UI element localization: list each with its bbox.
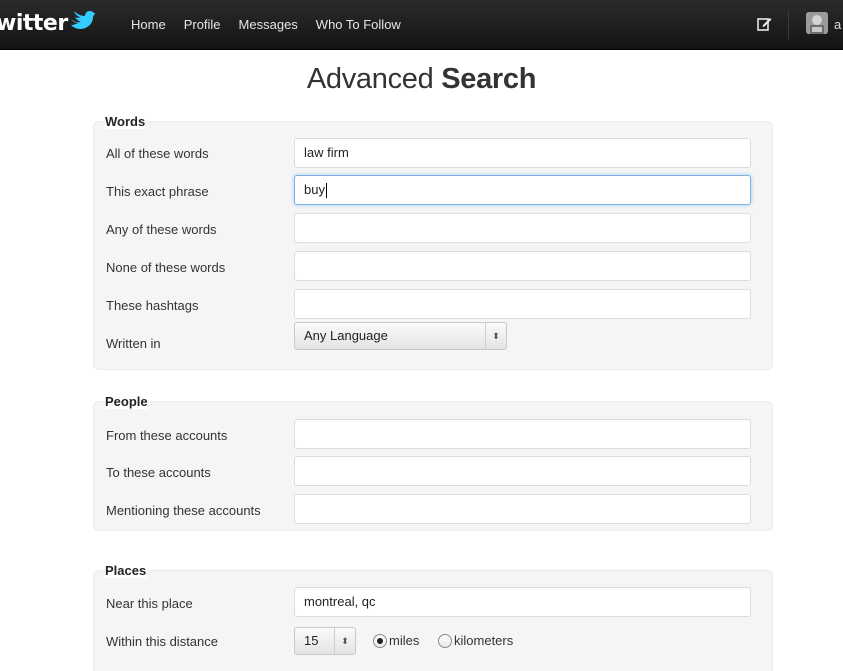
near-place-label: Near this place — [106, 596, 193, 611]
logo-text: witter — [0, 11, 68, 36]
language-label: Written in — [106, 336, 161, 351]
text-cursor — [325, 183, 327, 199]
page-title: Advanced Search — [0, 63, 843, 96]
avatar[interactable] — [806, 12, 828, 34]
updown-arrows-icon: ⬍ — [334, 628, 355, 654]
all-words-input[interactable]: law firm — [294, 138, 751, 168]
language-select[interactable]: Any Language ⬍ — [294, 322, 507, 350]
hashtags-input[interactable] — [294, 289, 751, 319]
exact-phrase-value: buy — [304, 182, 325, 197]
none-words-label: None of these words — [106, 260, 226, 275]
compose-tweet-icon[interactable] — [757, 16, 772, 31]
miles-label[interactable]: miles — [389, 633, 419, 648]
page-title-bold: Search — [441, 63, 537, 95]
kilometers-radio[interactable] — [438, 634, 452, 648]
exact-phrase-input[interactable]: buy — [294, 175, 751, 205]
words-legend: Words — [105, 114, 146, 129]
from-accounts-label: From these accounts — [106, 428, 228, 443]
from-accounts-input[interactable] — [294, 419, 751, 449]
people-legend: People — [105, 394, 148, 409]
nav-messages[interactable]: Messages — [230, 0, 307, 49]
none-words-input[interactable] — [294, 251, 751, 281]
nav-profile[interactable]: Profile — [175, 0, 230, 49]
to-accounts-input[interactable] — [294, 456, 751, 486]
miles-radio[interactable] — [373, 634, 387, 648]
nav-who-to-follow[interactable]: Who To Follow — [307, 0, 410, 49]
exact-phrase-label: This exact phrase — [106, 184, 209, 199]
any-words-input[interactable] — [294, 213, 751, 243]
topbar-divider — [788, 10, 789, 39]
places-section: Places — [93, 563, 773, 671]
distance-select-value: 15 — [304, 633, 319, 648]
updown-arrows-icon: ⬍ — [485, 323, 506, 349]
top-bar: witter Home Profile Messages Who To Foll… — [0, 0, 843, 50]
near-place-input[interactable]: montreal, qc — [294, 587, 751, 617]
any-words-label: Any of these words — [106, 222, 217, 237]
places-legend: Places — [105, 563, 147, 578]
distance-label: Within this distance — [106, 634, 218, 649]
twitter-bird-icon — [69, 9, 95, 39]
nav-home[interactable]: Home — [131, 0, 175, 49]
mentioning-accounts-input[interactable] — [294, 494, 751, 524]
twitter-logo[interactable]: witter — [0, 9, 95, 39]
main-nav: Home Profile Messages Who To Follow — [131, 0, 410, 49]
kilometers-label[interactable]: kilometers — [454, 633, 513, 648]
hashtags-label: These hashtags — [106, 298, 199, 313]
all-words-label: All of these words — [106, 146, 209, 161]
language-select-value: Any Language — [304, 328, 388, 343]
user-name-partial[interactable]: a — [834, 0, 841, 49]
page-title-light: Advanced — [306, 63, 442, 95]
to-accounts-label: To these accounts — [106, 465, 211, 480]
mentioning-accounts-label: Mentioning these accounts — [106, 503, 261, 518]
distance-select[interactable]: 15 ⬍ — [294, 627, 356, 655]
